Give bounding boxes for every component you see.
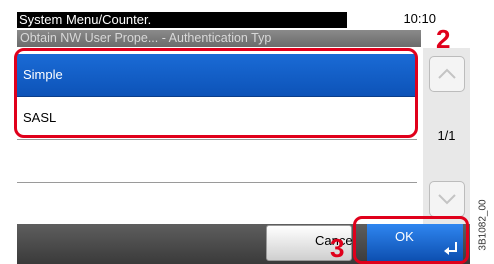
subtitle-bar: Obtain NW User Prope... - Authentication… xyxy=(17,30,421,47)
scroll-up-button[interactable] xyxy=(429,56,465,92)
figure-id-text: 3B1082_00 xyxy=(477,199,489,251)
figure-id: 3B1082_00 xyxy=(468,190,494,260)
subtitle-text: Obtain NW User Prope... - Authentication… xyxy=(20,31,272,45)
step-2-callout: 2 xyxy=(436,24,451,54)
scroll-down-button[interactable] xyxy=(429,181,465,217)
highlight-frame-options xyxy=(14,48,418,138)
step-3-callout: 3 xyxy=(330,233,345,263)
page-indicator: 1/1 xyxy=(437,128,456,143)
clock-text: 10:10 xyxy=(403,11,436,26)
title-text: System Menu/Counter. xyxy=(19,12,152,27)
title-bar: System Menu/Counter. xyxy=(17,12,347,28)
list-item-empty xyxy=(17,140,417,183)
chevron-down-icon xyxy=(438,194,456,205)
chevron-up-icon xyxy=(438,68,456,79)
scroll-column: 1/1 xyxy=(423,48,470,224)
highlight-frame-ok xyxy=(353,216,469,264)
